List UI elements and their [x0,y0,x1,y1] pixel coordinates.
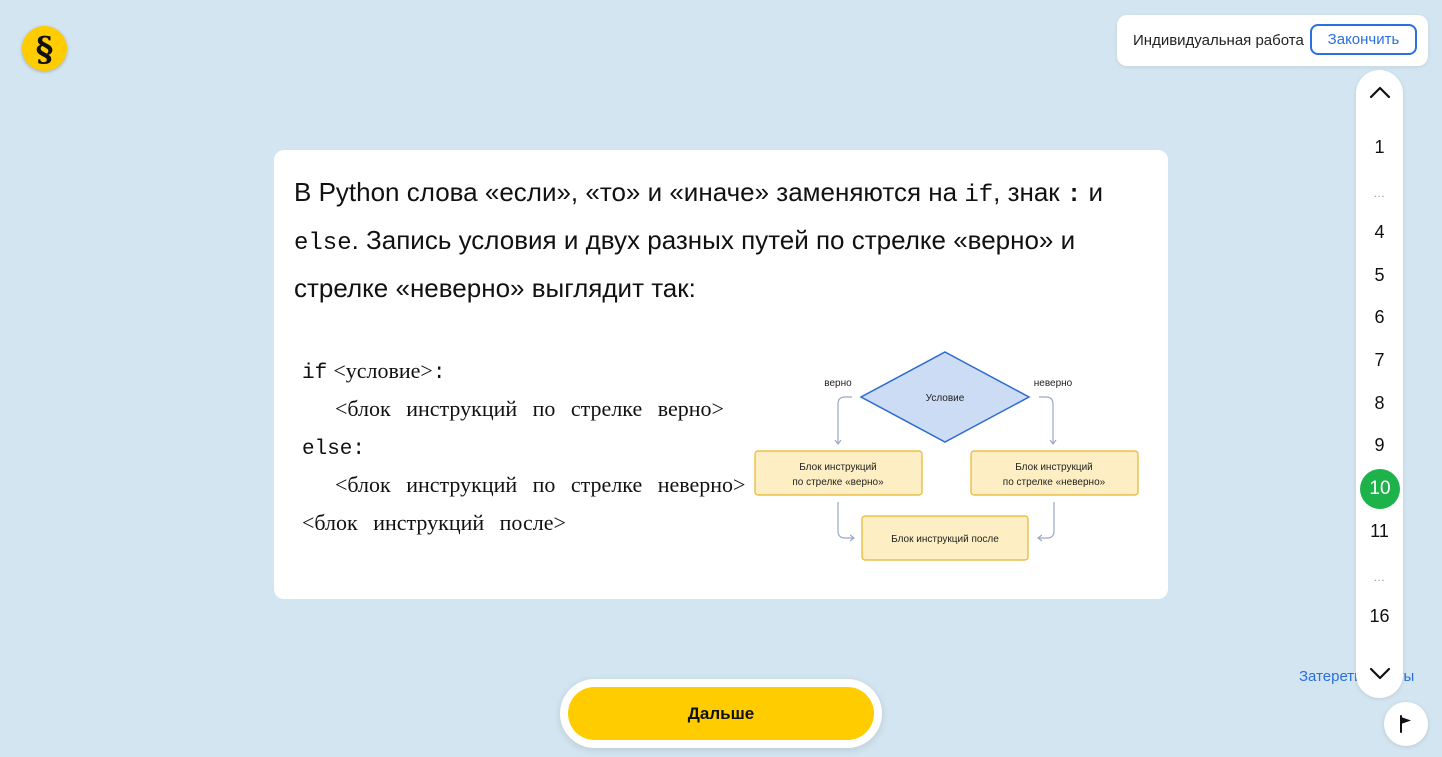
code-else: else [294,230,352,257]
flag-icon [1400,715,1411,733]
page-item-16[interactable]: 16 [1356,606,1403,627]
code-colon: : [1066,182,1082,209]
page-item-10-current[interactable]: 10 [1360,469,1400,509]
logo-glyph: § [35,29,54,70]
flowchart-diagram: Условие верно неверно Блок инструкций по… [754,351,1139,561]
top-bar: Индивидуальная работа Закончить [1117,15,1428,66]
page-item-1[interactable]: 1 [1356,137,1403,158]
next-button[interactable]: Дальше [568,687,874,740]
true-arrow-label: верно [824,378,852,389]
lesson-text-part: , знак [993,177,1067,207]
page-item-11[interactable]: 11 [1356,521,1403,542]
chevron-down-icon[interactable] [1356,654,1403,694]
task-navigation: 1 … 4 5 6 7 8 9 10 11 … 16 [1356,70,1403,698]
logo[interactable]: § [22,26,67,71]
code-if: if [964,182,994,209]
page-item-4[interactable]: 4 [1356,222,1403,243]
work-mode-label: Индивидуальная работа [1133,32,1304,49]
page-item-8[interactable]: 8 [1356,393,1403,414]
keyword-if: if [302,362,328,385]
after-block-label: Блок инструкций после [891,534,999,545]
code-line-true-block: <блок инструкций по стрелке верно> [302,390,745,428]
true-block-placeholder: <блок инструкций по стрелке верно> [335,396,724,421]
false-arrow-label: неверно [1034,378,1073,389]
condition-placeholder: <условие> [333,358,433,383]
true-block-box [754,450,923,496]
report-button[interactable] [1384,702,1428,746]
false-block-line1: Блок инструкций [1015,462,1093,473]
code-line-after: <блок инструкций после> [302,504,745,542]
page-item-9[interactable]: 9 [1356,435,1403,456]
page-ellipsis-bottom: … [1373,570,1386,584]
condition-label: Условие [926,393,965,404]
page-item-5[interactable]: 5 [1356,265,1403,286]
finish-button[interactable]: Закончить [1310,24,1417,55]
code-line-else: else: [302,428,745,466]
false-block-placeholder: <блок инструкций по стрелке неверно> [335,472,746,497]
false-block-box [970,450,1139,496]
next-button-container: Дальше [560,679,882,748]
page-ellipsis-top: … [1373,186,1386,200]
false-merge-arrow [1038,502,1055,538]
false-arrow [1039,396,1053,444]
true-block-line1: Блок инструкций [799,462,877,473]
true-merge-arrow [837,502,854,538]
true-block-line2: по стрелке «верно» [792,477,884,488]
lesson-card: В Python слова «если», «то» и «иначе» за… [274,150,1168,599]
true-arrow [838,396,852,444]
page-item-7[interactable]: 7 [1356,350,1403,371]
colon: : [432,362,446,385]
keyword-else: else: [302,438,366,461]
code-example: if <условие>: <блок инструкций по стрелк… [302,352,745,542]
code-line-if: if <условие>: [302,352,745,390]
false-block-line2: по стрелке «неверно» [1003,477,1106,488]
code-line-false-block: <блок инструкций по стрелке неверно> [302,466,745,504]
lesson-text-part: . Запись условия и двух разных путей по … [294,225,1076,303]
lesson-text: В Python слова «если», «то» и «иначе» за… [294,170,1124,311]
page-item-6[interactable]: 6 [1356,307,1403,328]
lesson-text-part: В Python слова «если», «то» и «иначе» за… [294,177,965,207]
chevron-up-icon[interactable] [1356,72,1403,112]
after-block-placeholder: <блок инструкций после> [302,510,566,535]
lesson-text-part: и [1081,177,1104,207]
